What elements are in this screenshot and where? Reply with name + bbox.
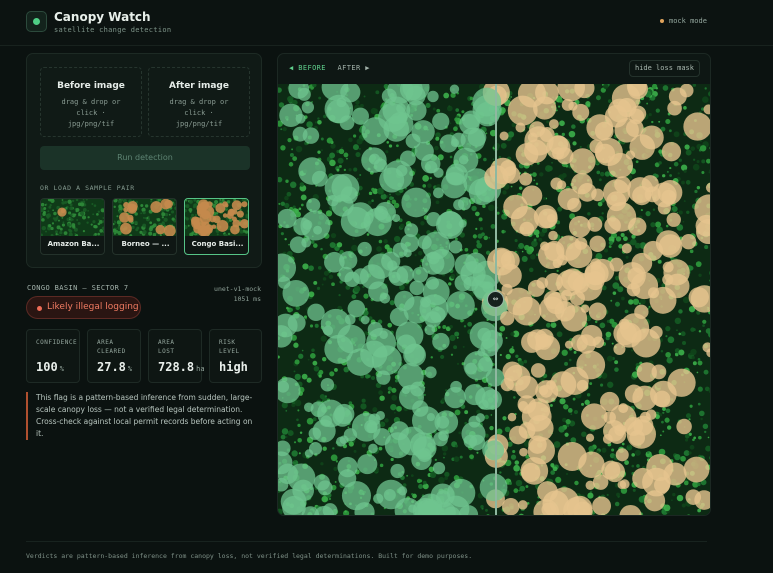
footer-disclaimer: Verdicts are pattern-based inference fro… (26, 552, 473, 560)
stat-value: 27.8% (97, 360, 133, 374)
sample-pair-label: OR LOAD A SAMPLE PAIR (40, 184, 135, 192)
sample-amazon[interactable]: Amazon Ba... (40, 198, 105, 255)
status-dot-icon (660, 19, 664, 23)
tab-after[interactable]: AFTER ▶ (338, 64, 370, 72)
before-image-dropzone[interactable]: Before image drag & drop or click · jpg/pn… (40, 67, 142, 137)
sample-label: Congo Basi... (191, 240, 244, 248)
sample-thumbnail (113, 199, 176, 236)
comparison-viewer: ◀ BEFORE AFTER ▶ hide loss mask ⇔ (277, 53, 711, 516)
stat-area-lost: AREA LOST 728.8 ha (148, 329, 205, 383)
view-tabs: ◀ BEFORE AFTER ▶ (289, 64, 370, 72)
sample-label: Amazon Ba... (47, 240, 100, 248)
alert-dot-icon (37, 306, 42, 311)
after-image-hint: drag & drop or click · jpg/png/tif (169, 98, 229, 128)
hide-loss-mask-button[interactable]: hide loss mask (629, 60, 700, 77)
stat-value: 728.8 ha (158, 360, 205, 374)
app-subtitle: satellite change detection (54, 26, 172, 34)
latency: 1051 ms (233, 295, 261, 303)
app-header: Canopy Watch satellite change detection … (0, 0, 773, 46)
stat-label: RISK LEVEL (219, 339, 240, 355)
app-title: Canopy Watch (54, 10, 151, 24)
model-info: unet-v1-mock 1051 ms (213, 284, 261, 304)
sample-thumbnail (41, 199, 104, 236)
before-image-title: Before image (57, 81, 125, 91)
stat-label: CONFIDENCE (36, 339, 78, 346)
stat-label: AREA CLEARED (97, 339, 126, 355)
stat-label: AREA LOST (158, 339, 175, 355)
disclaimer-note: This flag is a pattern-based inference f… (26, 392, 261, 440)
before-image-hint: drag & drop or click · jpg/png/tif (61, 98, 121, 128)
canopy-logo-icon (26, 11, 47, 32)
sample-label: Borneo — ... (121, 240, 170, 248)
run-detection-button[interactable]: Run detection (40, 146, 250, 170)
region-title: CONGO BASIN — SECTOR 7 (27, 284, 129, 292)
stat-value: 100% (36, 360, 64, 374)
verdict-text: Likely illegal logging (47, 302, 139, 312)
sample-thumbnail (185, 199, 248, 236)
stat-area-cleared: AREA CLEARED 27.8% (87, 329, 141, 383)
sample-congo[interactable]: Congo Basi... (184, 198, 249, 255)
sample-borneo[interactable]: Borneo — ... (112, 198, 177, 255)
stat-value: high (219, 360, 248, 374)
model-name: unet-v1-mock (214, 285, 261, 293)
stat-risk-level: RISK LEVEL high (209, 329, 262, 383)
tab-before[interactable]: ◀ BEFORE (289, 64, 326, 72)
split-handle-icon[interactable]: ⇔ (487, 291, 504, 308)
verdict-badge: Likely illegal logging (26, 296, 141, 319)
footer-divider (26, 541, 707, 542)
upload-panel: Before image drag & drop or click · jpg/pn… (26, 53, 262, 268)
after-image-title: After image (169, 81, 229, 91)
stat-confidence: CONFIDENCE 100% (26, 329, 80, 383)
mode-indicator: mock mode (660, 17, 707, 25)
after-image-dropzone[interactable]: After image drag & drop or click · jpg/png… (148, 67, 250, 137)
